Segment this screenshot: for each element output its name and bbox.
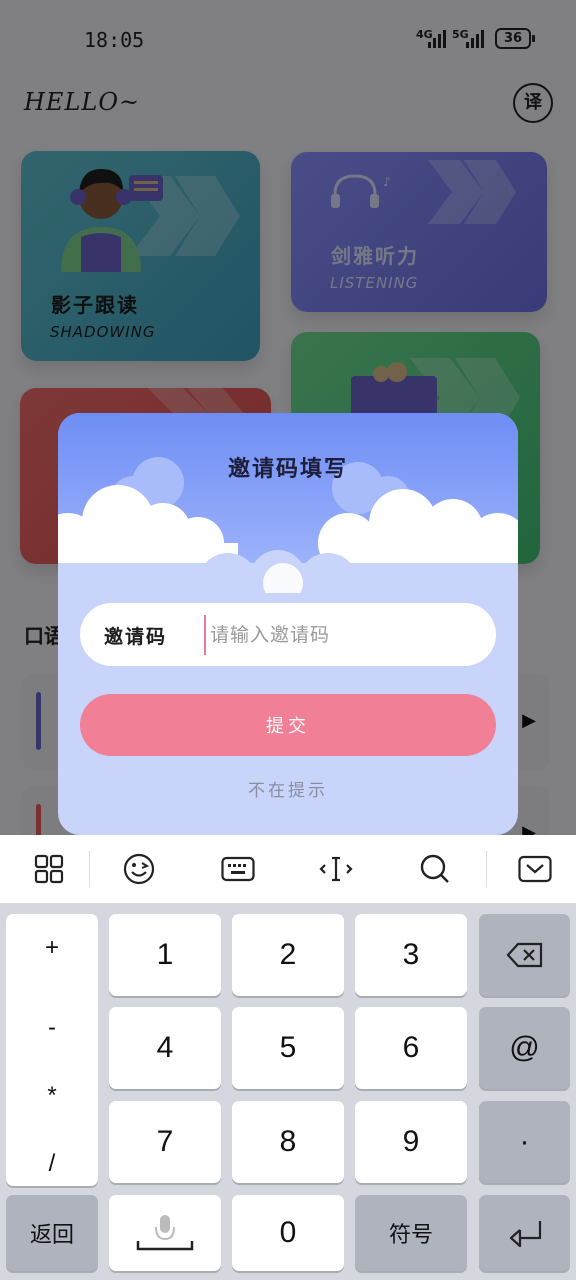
backspace-key[interactable] [479, 914, 570, 996]
key-4[interactable]: 4 [109, 1007, 221, 1089]
key-at[interactable]: @ [479, 1007, 570, 1089]
key-1[interactable]: 1 [109, 914, 221, 996]
invite-code-input[interactable] [204, 615, 484, 655]
symbol-column: + - * / [6, 914, 98, 1186]
submit-button[interactable]: 提交 [80, 694, 496, 756]
key-2[interactable]: 2 [232, 914, 344, 996]
key-6[interactable]: 6 [355, 1007, 467, 1089]
dialog-title: 邀请码填写 [227, 457, 348, 482]
grid-menu-icon[interactable] [27, 849, 71, 889]
key-0[interactable]: 0 [232, 1195, 344, 1271]
keyboard-toolbar [0, 835, 576, 903]
collapse-keyboard-icon[interactable] [513, 849, 557, 889]
key-asterisk[interactable]: * [6, 1082, 98, 1110]
cursor-move-icon[interactable] [314, 849, 358, 889]
search-icon[interactable] [413, 849, 457, 889]
enter-key[interactable] [479, 1195, 570, 1271]
key-dot[interactable]: · [479, 1101, 570, 1183]
voice-space-key[interactable] [109, 1195, 221, 1271]
key-3[interactable]: 3 [355, 914, 467, 996]
key-slash[interactable]: / [6, 1150, 98, 1178]
key-9[interactable]: 9 [355, 1101, 467, 1183]
emoji-icon[interactable] [117, 849, 161, 889]
microphone-icon [136, 1215, 194, 1251]
key-minus[interactable]: - [6, 1014, 98, 1042]
key-plus[interactable]: + [6, 934, 98, 962]
enter-icon [509, 1221, 541, 1248]
dont-show-again-link[interactable]: 不在提示 [58, 776, 518, 801]
symbol-key[interactable]: 符号 [355, 1195, 467, 1271]
key-8[interactable]: 8 [232, 1101, 344, 1183]
back-key[interactable]: 返回 [6, 1195, 98, 1271]
backspace-icon [506, 942, 542, 968]
keyboard-layout-icon[interactable] [216, 849, 260, 889]
invite-code-field: 邀请码 [80, 603, 496, 666]
numeric-keyboard: + - * / 1 2 3 4 5 6 @ 7 8 9 · 返回 0 符号 [0, 903, 576, 1280]
invite-code-dialog: 邀请码填写 邀请码 提交 不在提示 [58, 413, 518, 835]
invite-code-label: 邀请码 [104, 626, 168, 648]
key-7[interactable]: 7 [109, 1101, 221, 1183]
key-5[interactable]: 5 [232, 1007, 344, 1089]
